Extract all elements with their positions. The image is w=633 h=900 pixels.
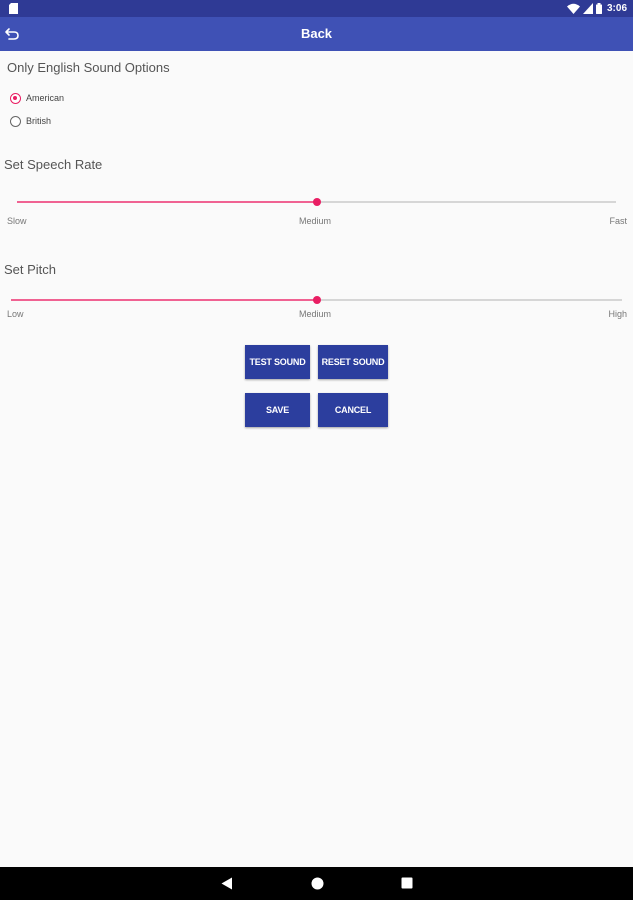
radio-american[interactable]: American [10, 90, 64, 106]
radio-american-circle[interactable] [10, 92, 21, 104]
radio-british-circle[interactable] [10, 115, 21, 127]
speech-rate-slider[interactable] [17, 196, 616, 208]
speech-rate-fill [17, 201, 317, 203]
status-time: 3:06 [606, 3, 627, 14]
signal-icon [582, 3, 593, 14]
app-title[interactable]: Back [0, 26, 633, 41]
speech-rate-title: Set Speech Rate [4, 157, 103, 172]
reset-sound-button[interactable]: RESET SOUND [318, 345, 388, 379]
back-triangle-icon[interactable] [221, 877, 233, 890]
sound-options-title: Only English Sound Options [7, 60, 170, 75]
pitch-mid-label: Medium [299, 309, 332, 319]
pitch-min-label: Low [7, 309, 24, 319]
sd-card-icon [9, 3, 18, 14]
pitch-max-label: High [608, 309, 627, 319]
test-sound-button[interactable]: TEST SOUND [245, 345, 310, 379]
battery-icon [595, 3, 602, 14]
wifi-icon [566, 3, 580, 14]
status-icons: 3:06 [566, 2, 627, 15]
speech-rate-max-label: Fast [609, 216, 627, 226]
navigation-bar [0, 867, 633, 900]
pitch-fill [11, 299, 317, 301]
radio-american-label: American [26, 93, 65, 103]
recents-square-icon[interactable] [401, 877, 413, 889]
speech-rate-thumb[interactable] [312, 198, 321, 206]
radio-british[interactable]: British [10, 113, 51, 129]
speech-rate-min-label: Slow [7, 216, 27, 226]
app-bar: Back [0, 17, 633, 51]
pitch-title: Set Pitch [4, 262, 57, 277]
radio-british-label: British [26, 116, 52, 126]
speech-rate-mid-label: Medium [299, 216, 332, 226]
pitch-slider[interactable] [11, 294, 622, 306]
status-bar: 3:06 [0, 0, 633, 17]
pitch-thumb[interactable] [312, 296, 321, 304]
save-button[interactable]: SAVE [245, 393, 310, 427]
home-circle-icon[interactable] [311, 877, 324, 890]
cancel-button[interactable]: CANCEL [318, 393, 388, 427]
